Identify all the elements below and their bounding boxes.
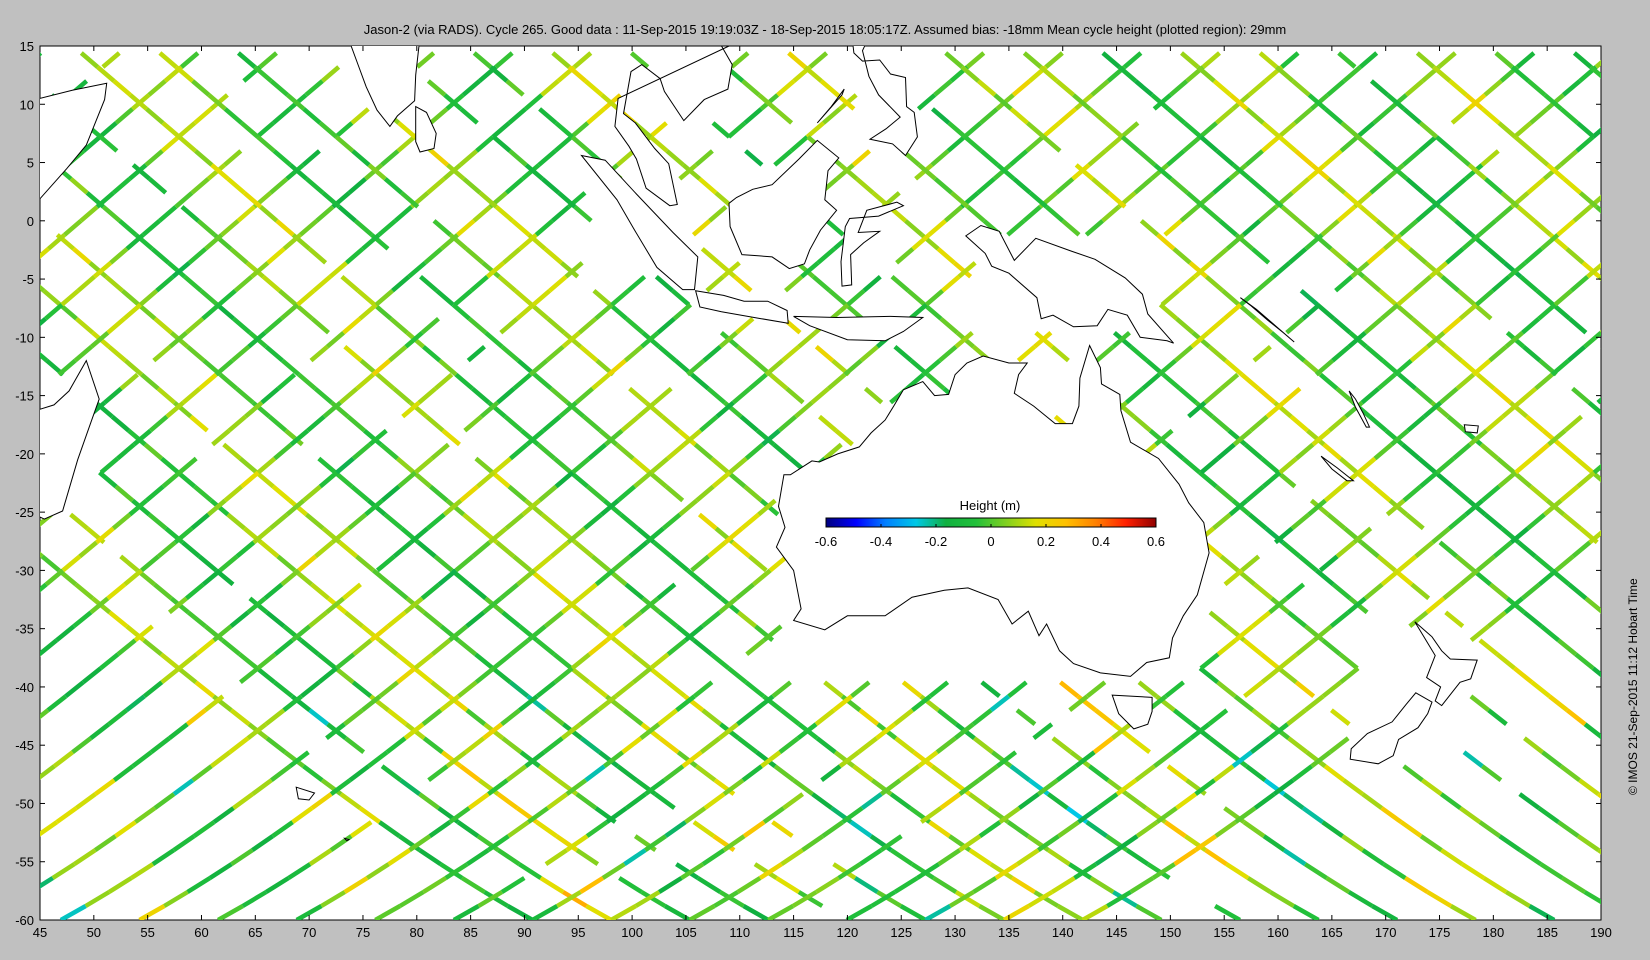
- colorbar-tick-label: 0: [987, 534, 994, 549]
- y-tick-label: -35: [15, 622, 34, 637]
- track-segment: [1603, 738, 1621, 752]
- track-segment: [40, 52, 43, 57]
- track-segment: [19, 67, 35, 81]
- track-segment: [1599, 329, 1601, 333]
- colorbar-tick-label: -0.2: [925, 534, 947, 549]
- track-segment: [1608, 906, 1633, 920]
- y-tick-label: 5: [27, 156, 34, 171]
- x-tick-label: 75: [356, 925, 370, 940]
- track-segment: [1607, 515, 1624, 529]
- x-tick-label: 135: [998, 925, 1020, 940]
- y-tick-label: -20: [15, 447, 34, 462]
- figure: Jason-2 (via RADS). Cycle 265. Good data…: [0, 0, 1650, 960]
- track-segment: [17, 780, 36, 794]
- x-tick-label: 80: [410, 925, 424, 940]
- y-tick-label: -5: [22, 272, 34, 287]
- x-tick-label: 105: [675, 925, 697, 940]
- track-segment: [7, 892, 30, 906]
- x-tick-label: 145: [1106, 925, 1128, 940]
- track-segment: [21, 473, 38, 487]
- fiji-coast: [1463, 424, 1479, 434]
- y-tick-label: -60: [15, 913, 34, 928]
- track-segment: [40, 655, 41, 657]
- track-segment: [1613, 221, 1629, 235]
- track-segment: [1607, 179, 1623, 193]
- track-segment: [1610, 151, 1626, 165]
- track-segment: [1609, 109, 1625, 123]
- y-tick-label: -55: [15, 855, 34, 870]
- track-segment: [1603, 612, 1620, 626]
- y-tick-label: 0: [27, 214, 34, 229]
- y-tick-label: -45: [15, 738, 34, 753]
- track-segment: [1614, 375, 1630, 389]
- x-tick-label: 125: [890, 925, 912, 940]
- x-tick-label: 130: [944, 925, 966, 940]
- track-segment: [1604, 249, 1620, 263]
- credit-text: © IMOS 21-Sep-2015 11:12 Hobart Time: [1626, 578, 1640, 795]
- x-tick-label: 55: [140, 925, 154, 940]
- y-tick-label: -15: [15, 389, 34, 404]
- y-tick-label: -10: [15, 330, 34, 345]
- track-segment: [12, 598, 29, 612]
- track-segment: [1611, 445, 1628, 459]
- track-segment: [1607, 81, 1623, 95]
- x-tick-label: 160: [1267, 925, 1289, 940]
- colorbar-tick-label: 0.4: [1092, 534, 1110, 549]
- x-tick-label: 100: [621, 925, 643, 940]
- colorbar-label: Height (m): [960, 498, 1021, 513]
- x-tick-label: 60: [194, 925, 208, 940]
- colorbar-tick-label: 0.6: [1147, 534, 1165, 549]
- x-tick-label: 110: [729, 925, 750, 940]
- x-tick-label: 140: [1052, 925, 1074, 940]
- track-segment: [12, 724, 30, 738]
- y-tick-label: -25: [15, 505, 34, 520]
- track-segment: [1597, 848, 1601, 855]
- y-tick-label: 10: [20, 97, 34, 112]
- x-tick-label: 150: [1160, 925, 1182, 940]
- x-tick-label: 185: [1536, 925, 1558, 940]
- x-tick-label: 190: [1590, 925, 1612, 940]
- x-tick-label: 50: [87, 925, 101, 940]
- x-tick-label: 120: [837, 925, 859, 940]
- x-tick-label: 115: [783, 925, 804, 940]
- y-tick-label: -30: [15, 563, 34, 578]
- track-segment: [18, 528, 35, 542]
- track-segment: [1605, 417, 1621, 431]
- x-tick-label: 155: [1213, 925, 1235, 940]
- colorbar-tick-label: 0.2: [1037, 534, 1055, 549]
- x-tick-label: 45: [33, 925, 47, 940]
- altimetry-map: 45 50 55 60 65 70 75 80 85 90 95 100 105 110 115 120 125…: [7, 39, 1633, 940]
- track-segment: [1614, 556, 1631, 570]
- x-tick-label: 95: [571, 925, 585, 940]
- x-tick-label: 165: [1321, 925, 1343, 940]
- y-tick-label: -50: [15, 796, 34, 811]
- x-tick-label: 70: [302, 925, 316, 940]
- x-tick-label: 175: [1429, 925, 1451, 940]
- track-segment: [1600, 348, 1601, 349]
- y-tick-label: 15: [20, 39, 34, 54]
- x-tick-label: 65: [248, 925, 262, 940]
- y-tick-label: -40: [15, 680, 34, 695]
- track-segment: [17, 403, 33, 417]
- x-tick-label: 90: [517, 925, 531, 940]
- x-tick-label: 180: [1482, 925, 1504, 940]
- track-segment: [1597, 274, 1601, 282]
- colorbar-tick-label: -0.6: [815, 534, 837, 549]
- x-tick-label: 170: [1375, 925, 1397, 940]
- track-segment: [17, 836, 37, 850]
- x-tick-label: 85: [463, 925, 477, 940]
- colorbar-tick-label: -0.4: [870, 534, 892, 549]
